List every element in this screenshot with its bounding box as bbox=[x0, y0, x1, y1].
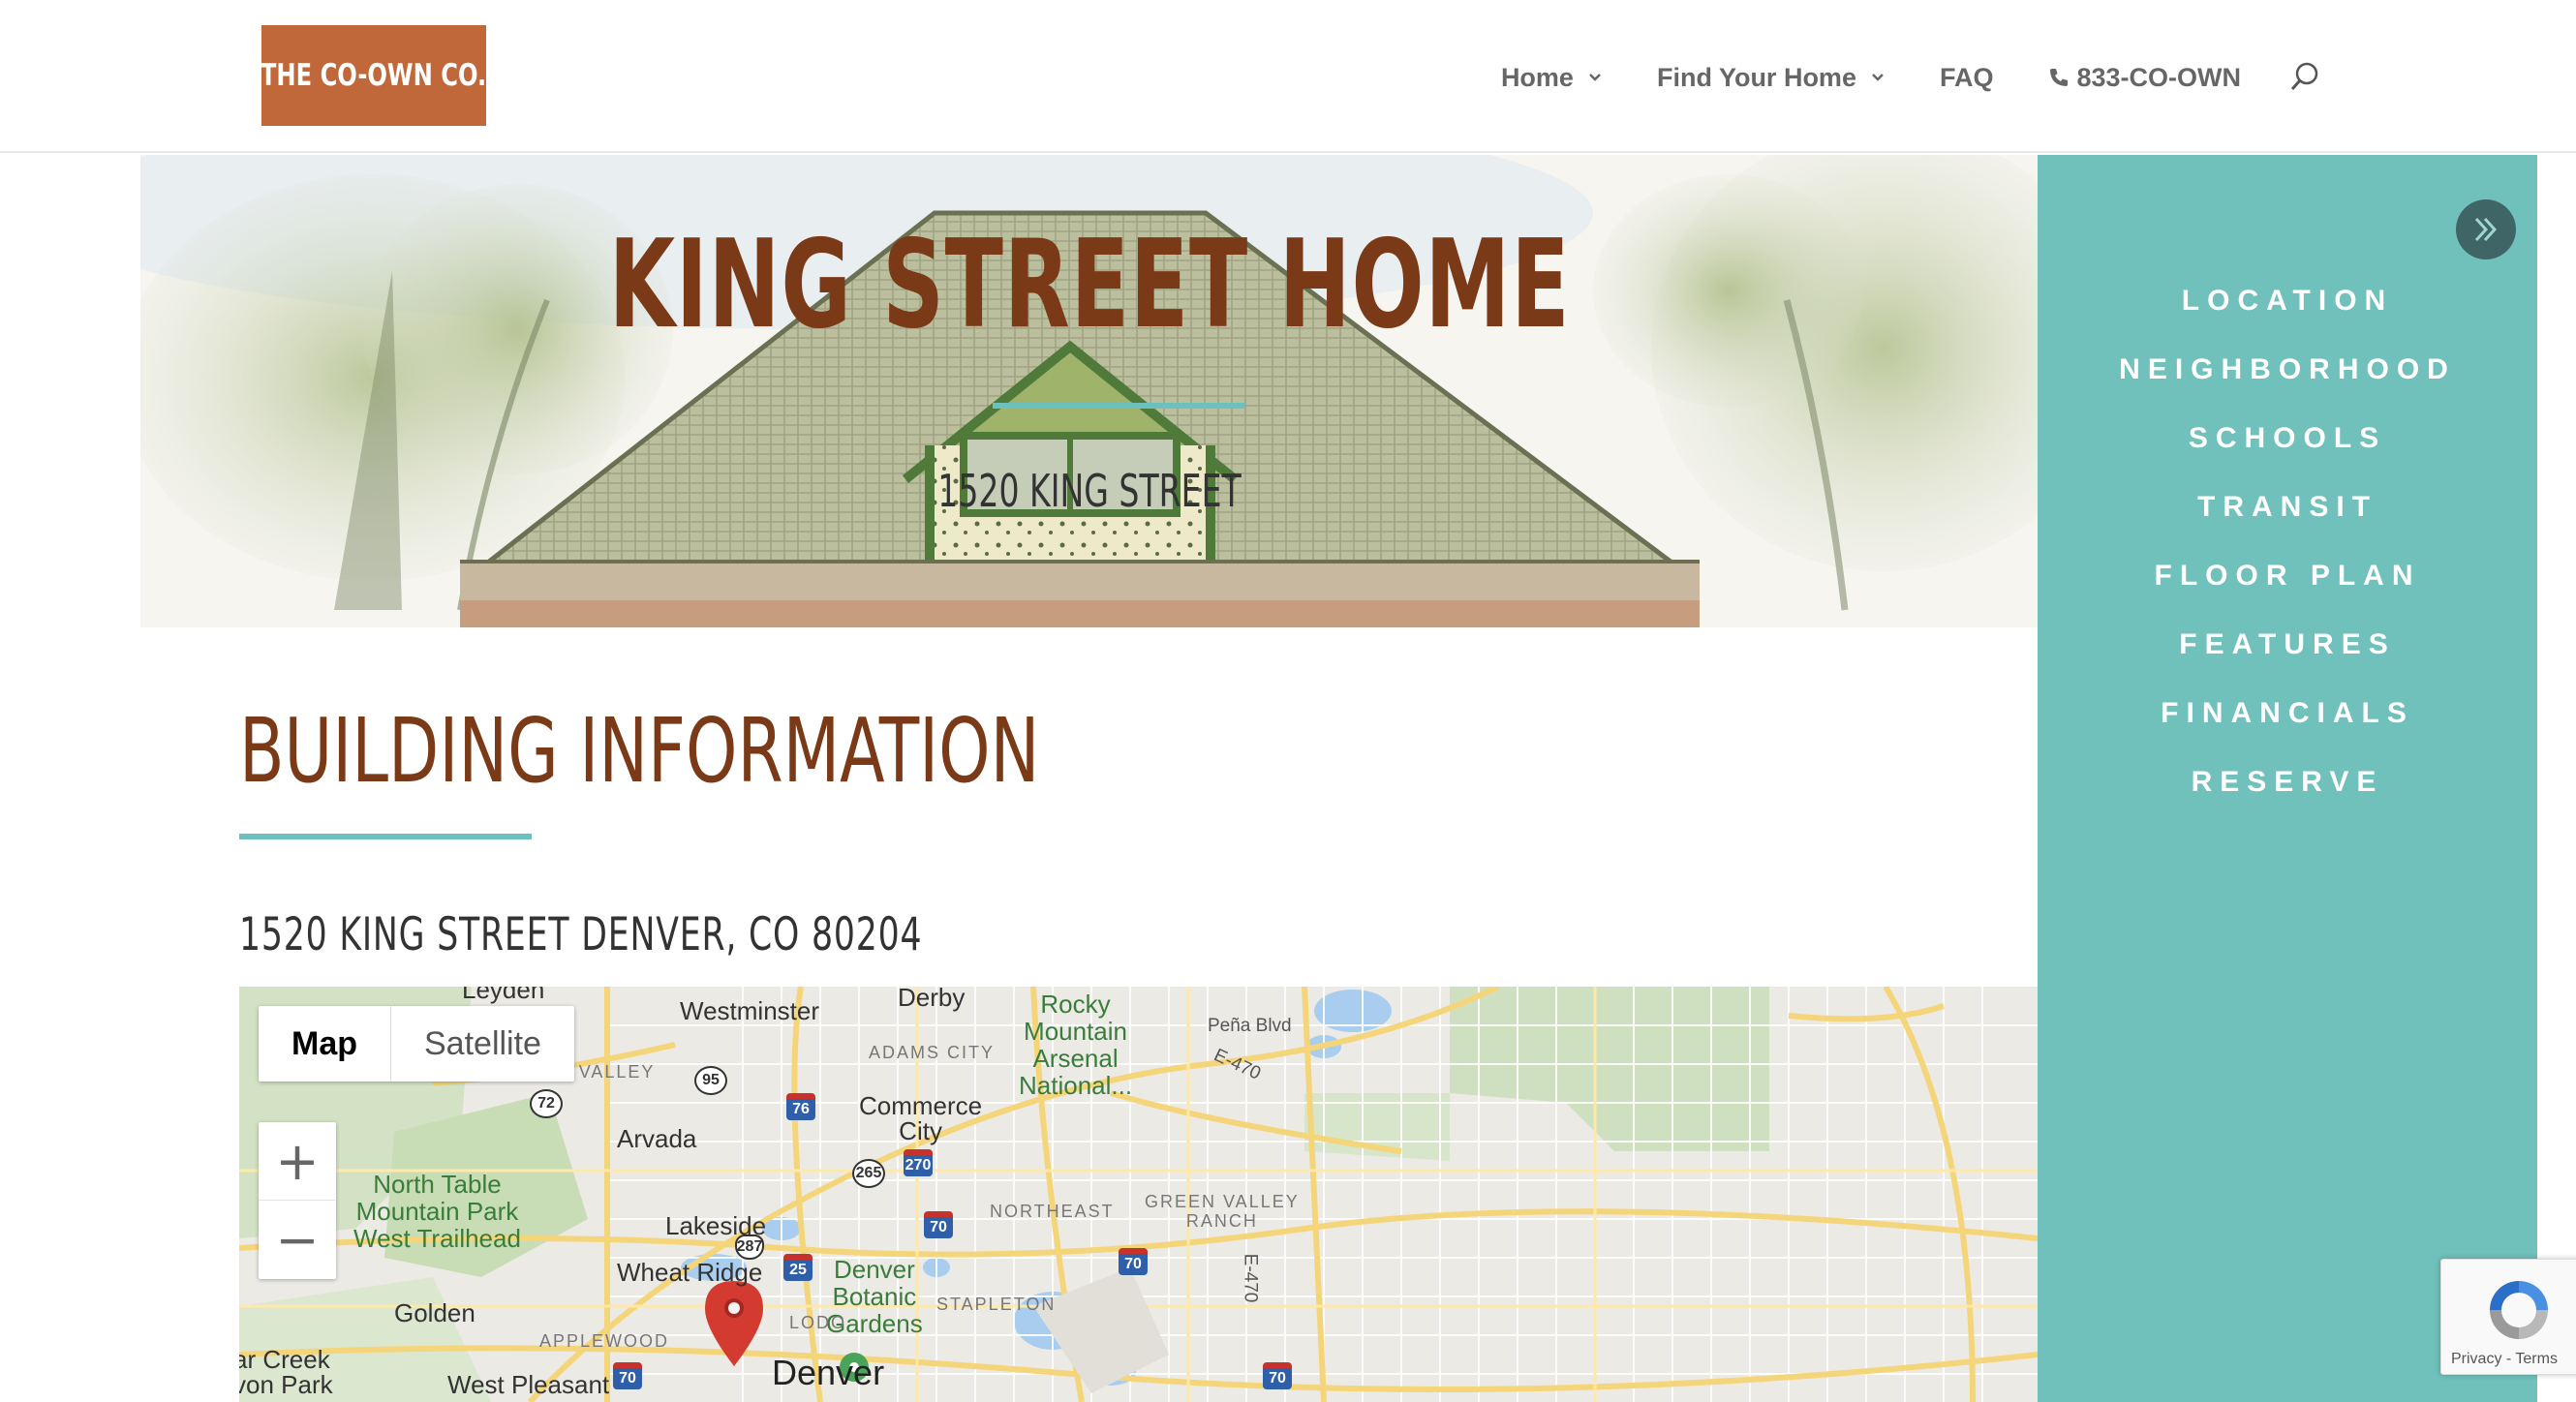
nav-phone[interactable]: 833-CO-OWN bbox=[2047, 63, 2241, 93]
double-chevron-right-icon bbox=[2474, 217, 2498, 242]
chevron-down-icon bbox=[1589, 74, 1601, 81]
map-label-golden: Golden bbox=[394, 1298, 475, 1327]
search-button[interactable] bbox=[2285, 58, 2324, 97]
map-label-west-pleasant: West Pleasant bbox=[447, 1370, 610, 1399]
nav-find-your-home[interactable]: Find Your Home bbox=[1657, 63, 1886, 93]
map-label-adams-city: ADAMS CITY bbox=[869, 1043, 996, 1062]
map-type-satellite-button[interactable]: Satellite bbox=[391, 1006, 574, 1082]
map-label-stapleton: STAPLETON bbox=[936, 1295, 1057, 1314]
route-shield-95: 95 bbox=[694, 1066, 727, 1095]
section-divider bbox=[239, 834, 532, 839]
property-address: 1520 KING STREET DENVER, CO 80204 bbox=[239, 908, 923, 961]
recaptcha-badge[interactable]: Privacy - Terms bbox=[2440, 1259, 2576, 1375]
route-shield-25: 25 bbox=[783, 1254, 813, 1281]
map-zoom-control: + − bbox=[259, 1122, 336, 1279]
route-shield-70-a: 70 bbox=[924, 1211, 953, 1238]
map-label-westminster: Westminster bbox=[680, 996, 819, 1025]
map-label-pena-blvd: Peña Blvd bbox=[1208, 1016, 1292, 1036]
zoom-in-button[interactable]: + bbox=[259, 1122, 336, 1201]
logo-text: THE CO-OWN CO. bbox=[261, 58, 487, 93]
map-label-e470-vertical: E-470 bbox=[1240, 1253, 1261, 1303]
nav-home-label: Home bbox=[1500, 62, 1574, 92]
google-map[interactable]: Leyden Westminster Derby Rocky Mountain … bbox=[239, 987, 2038, 1402]
map-type-control: Map Satellite bbox=[259, 1006, 574, 1082]
hero-subtitle: 1520 KING STREET bbox=[937, 465, 1242, 517]
zoom-out-button[interactable]: − bbox=[259, 1201, 336, 1279]
map-label-lodo: LODO bbox=[789, 1313, 847, 1332]
map-label-leyden: Leyden bbox=[462, 987, 545, 1004]
nav-faq[interactable]: FAQ bbox=[1940, 63, 1994, 93]
section-title: BUILDING INFORMATION bbox=[239, 699, 1040, 803]
map-label-rocky-mountain: Rocky Mountain Arsenal National... bbox=[1019, 990, 1133, 1100]
route-shield-70-b: 70 bbox=[1119, 1248, 1148, 1275]
hero-banner: KING STREET HOME 1520 KING STREET bbox=[140, 155, 2039, 627]
side-menu-toggle[interactable] bbox=[2456, 199, 2516, 259]
route-shield-70-c: 70 bbox=[613, 1362, 642, 1389]
map-label-green-valley-ranch: GREEN VALLEY RANCH bbox=[1145, 1192, 1300, 1231]
map-label-denver: Denver bbox=[772, 1353, 885, 1392]
map-label-bear-creek: ar Creek von Park bbox=[239, 1345, 333, 1399]
map-label-wheat-ridge: Wheat Ridge bbox=[617, 1258, 763, 1287]
route-shield-70-d: 70 bbox=[1263, 1362, 1292, 1389]
side-link-features[interactable]: FEATURES bbox=[2038, 615, 2537, 684]
side-link-schools[interactable]: SCHOOLS bbox=[2038, 409, 2537, 477]
route-shield-270: 270 bbox=[904, 1149, 933, 1176]
property-side-menu: LOCATION NEIGHBORHOOD SCHOOLS TRANSIT FL… bbox=[2038, 155, 2537, 1402]
map-label-commerce-city: Commerce City bbox=[859, 1091, 983, 1145]
side-menu-list: LOCATION NEIGHBORHOOD SCHOOLS TRANSIT FL… bbox=[2038, 271, 2537, 821]
recaptcha-logo-icon bbox=[2490, 1281, 2548, 1339]
side-link-neighborhood[interactable]: NEIGHBORHOOD bbox=[2038, 340, 2537, 409]
map-type-map-button[interactable]: Map bbox=[259, 1006, 391, 1082]
map-label-arvada: Arvada bbox=[617, 1124, 697, 1153]
chevron-down-icon bbox=[1872, 74, 1884, 81]
map-label-north-table: North Table Mountain Park West Trailhead bbox=[353, 1170, 521, 1253]
side-link-reserve[interactable]: RESERVE bbox=[2038, 752, 2537, 821]
map-label-applewood: APPLEWOOD bbox=[539, 1331, 670, 1351]
phone-icon bbox=[2050, 69, 2069, 86]
main-nav: Home Find Your Home FAQ 833-CO-OWN bbox=[1447, 50, 2324, 105]
search-icon bbox=[2290, 62, 2318, 90]
route-shield-72: 72 bbox=[530, 1089, 563, 1118]
side-link-financials[interactable]: FINANCIALS bbox=[2038, 684, 2537, 752]
hero-divider bbox=[993, 403, 1244, 409]
side-link-location[interactable]: LOCATION bbox=[2038, 271, 2537, 340]
nav-phone-label: 833-CO-OWN bbox=[2076, 62, 2241, 92]
site-logo[interactable]: THE CO-OWN CO. bbox=[261, 25, 487, 126]
map-label-derby: Derby bbox=[898, 987, 966, 1012]
hero-title: KING STREET HOME bbox=[608, 213, 1571, 355]
nav-home[interactable]: Home bbox=[1501, 63, 1603, 93]
route-shield-265: 265 bbox=[852, 1159, 885, 1188]
nav-faq-label: FAQ bbox=[1939, 62, 1994, 92]
route-shield-287: 287 bbox=[735, 1234, 764, 1260]
route-shield-76: 76 bbox=[786, 1093, 815, 1120]
recaptcha-terms-link[interactable]: Privacy - Terms bbox=[2451, 1351, 2558, 1368]
side-link-transit[interactable]: TRANSIT bbox=[2038, 477, 2537, 546]
nav-find-your-home-label: Find Your Home bbox=[1656, 62, 1856, 92]
side-link-floor-plan[interactable]: FLOOR PLAN bbox=[2038, 546, 2537, 615]
site-header: THE CO-OWN CO. Home Find Your Home FAQ 8… bbox=[0, 0, 2576, 153]
map-label-northeast: NORTHEAST bbox=[990, 1202, 1115, 1221]
